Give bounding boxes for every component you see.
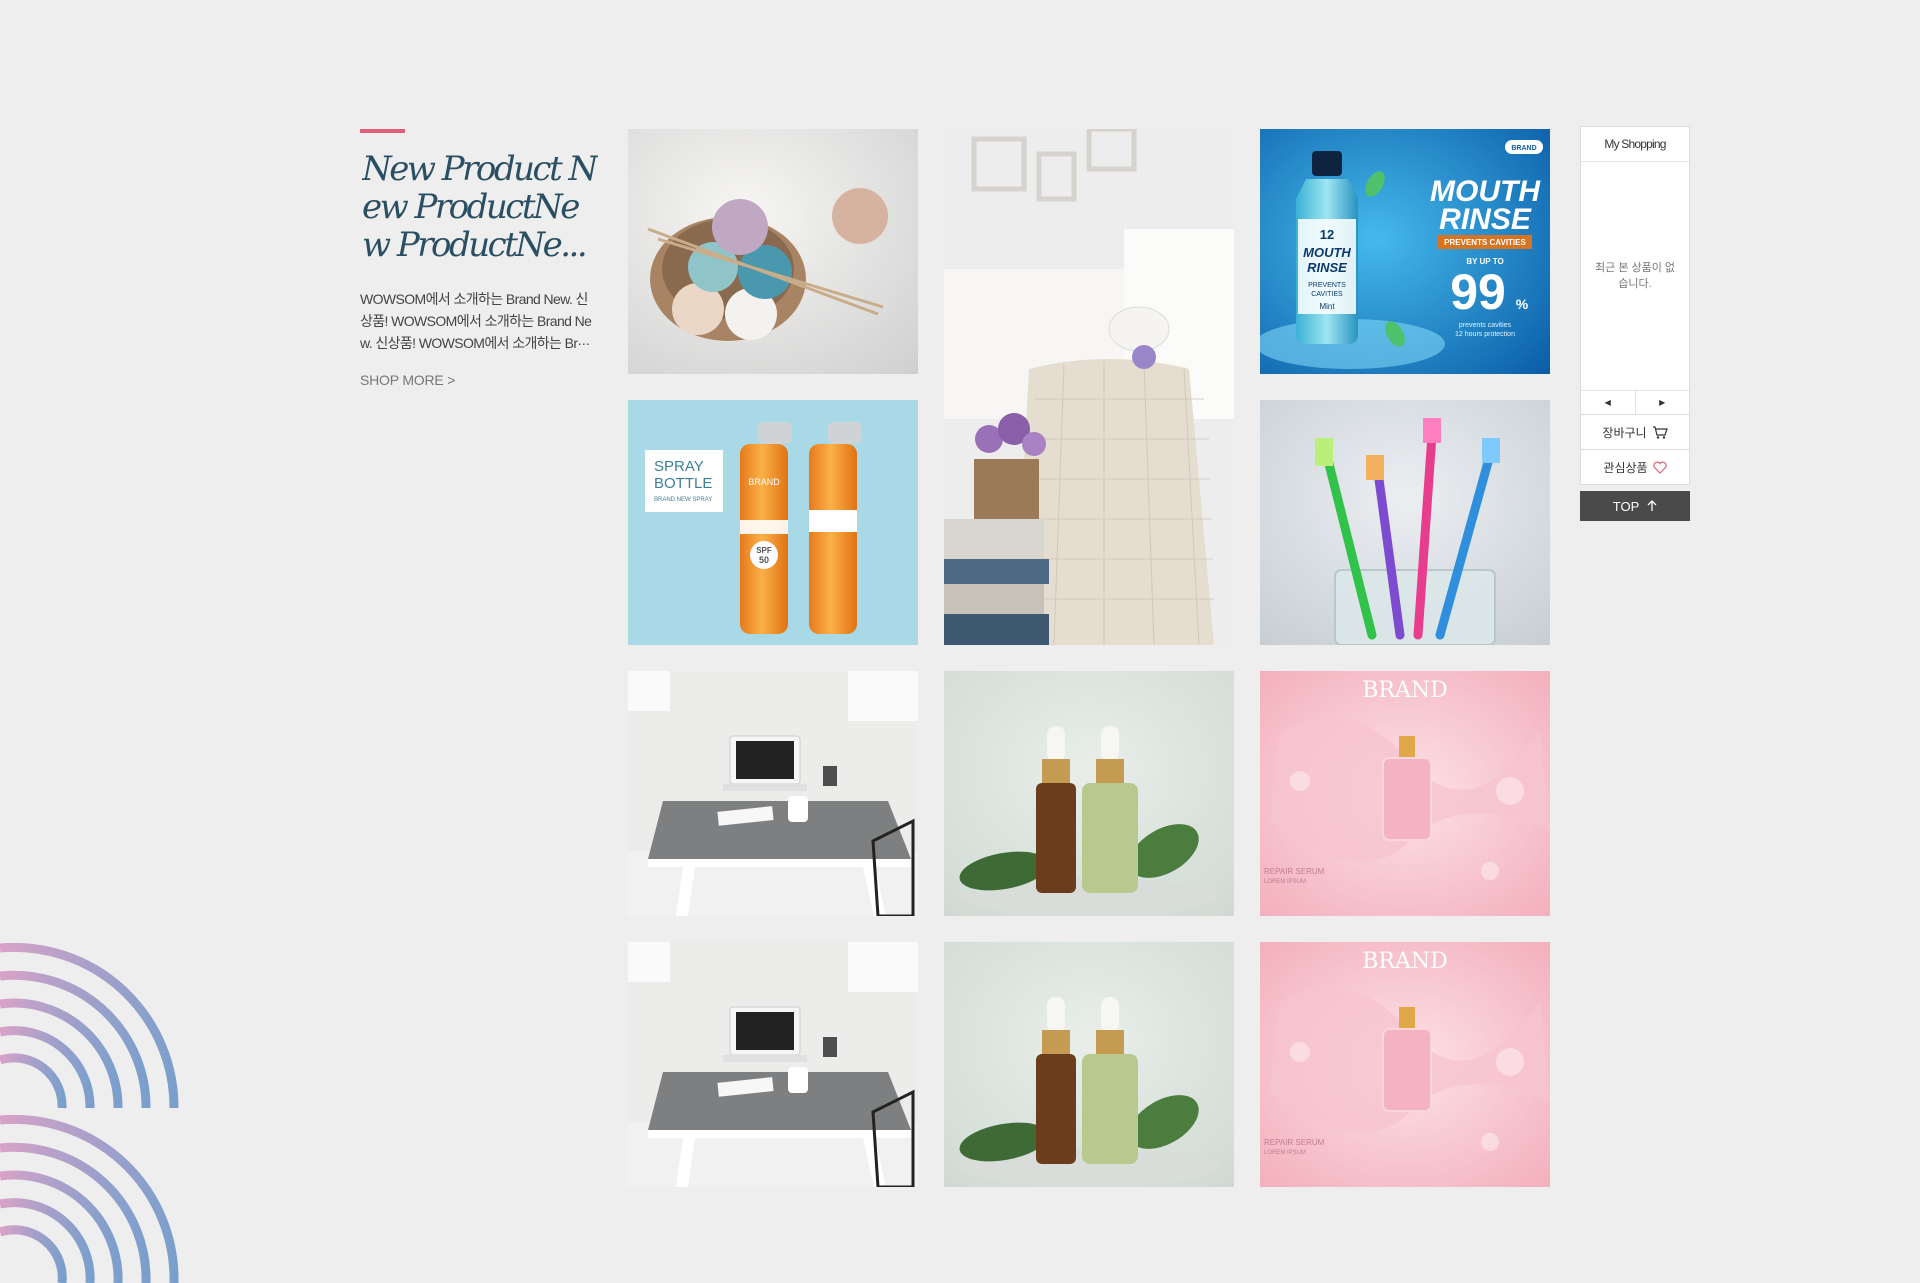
product-perfume-ad-2[interactable]: BRAND REPAIR SERUM LOREM IPSUM	[1260, 942, 1550, 1187]
my-shopping-widget: My Shopping 최근 본 상품이 없습니다. ◀ ▶ 장바구니 관심상품…	[1580, 126, 1690, 521]
section-title: New Product New ProductNew ProductNe...	[362, 150, 598, 264]
spray-label-1: SPRAY	[654, 458, 704, 475]
product-serum-bottles-2[interactable]	[944, 942, 1234, 1187]
product-yarn-basket[interactable]	[628, 129, 918, 374]
bottle-note-1: PREVENTS	[1308, 282, 1346, 289]
perfume-brand: BRAND	[1362, 949, 1448, 974]
mouthwash-ad-image: 12 MOUTH RINSE PREVENTS CAVITIES Mint BR…	[1260, 129, 1550, 374]
heart-icon	[1652, 461, 1667, 474]
bottle-name-1: MOUTH	[1303, 245, 1351, 260]
my-shopping-title: My Shopping	[1581, 127, 1689, 162]
spray-label-2: BOTTLE	[654, 475, 712, 492]
wishlist-label: 관심상품	[1603, 460, 1648, 475]
perfume-ad-image: BRAND REPAIR SERUM LOREM IPSUM	[1260, 942, 1550, 1187]
can-brand: BRAND	[748, 477, 780, 487]
perfume-caption-1: REPAIR SERUM	[1264, 1138, 1325, 1147]
product-living-room-table[interactable]	[944, 129, 1234, 645]
serum-bottles-image	[944, 671, 1234, 916]
yarn-basket-image	[628, 129, 918, 374]
ad-headline-2: RINSE	[1439, 203, 1532, 236]
shop-more-link[interactable]: SHOP MORE >	[360, 372, 455, 388]
recent-products-box: My Shopping 최근 본 상품이 없습니다. ◀ ▶	[1580, 126, 1690, 415]
serum-bottles-image	[944, 942, 1234, 1187]
product-serum-bottles-1[interactable]	[944, 671, 1234, 916]
living-room-image	[944, 129, 1234, 645]
perfume-caption-2: LOREM IPSUM	[1264, 879, 1306, 885]
bottle-note-2: CAVITIES	[1311, 291, 1343, 298]
product-mouthwash[interactable]: 12 MOUTH RINSE PREVENTS CAVITIES Mint BR…	[1260, 129, 1550, 374]
desk-laptop-image	[628, 942, 918, 1187]
cart-link[interactable]: 장바구니	[1580, 415, 1690, 450]
ad-percent: 99	[1450, 264, 1506, 320]
toothbrush-image	[1260, 400, 1550, 645]
accent-bar	[360, 129, 405, 133]
perfume-caption-2: LOREM IPSUM	[1264, 1150, 1306, 1156]
ad-sub-1: prevents cavities	[1459, 322, 1512, 329]
spray-label-3: BRAND NEW SPRAY	[654, 497, 712, 503]
product-desk-laptop-1[interactable]	[628, 671, 918, 916]
new-product-intro: New Product New ProductNew ProductNe... …	[360, 129, 598, 390]
ad-sub-2: 12 hours protection	[1455, 331, 1515, 338]
perfume-ad-image: BRAND REPAIR SERUM LOREM IPSUM	[1260, 671, 1550, 916]
bottle-flavor: Mint	[1319, 302, 1335, 311]
spf-label: SPF	[756, 546, 772, 555]
bottle-name-2: RINSE	[1307, 260, 1347, 275]
product-toothbrushes[interactable]	[1260, 400, 1550, 645]
bottle-number: 12	[1320, 227, 1334, 242]
decorative-arcs	[0, 942, 179, 1283]
recent-products-pager: ◀ ▶	[1581, 390, 1689, 414]
product-spray-bottles[interactable]: SPRAY BOTTLE BRAND NEW SPRAY BRAND SPF 5…	[628, 400, 918, 645]
cart-icon	[1652, 425, 1668, 439]
ad-percent-sign: %	[1516, 296, 1529, 312]
perfume-brand: BRAND	[1362, 678, 1448, 703]
ad-brand: BRAND	[1511, 145, 1536, 152]
recent-products-empty: 최근 본 상품이 없습니다.	[1595, 262, 1676, 290]
product-perfume-ad-1[interactable]: BRAND REPAIR SERUM LOREM IPSUM	[1260, 671, 1550, 916]
prev-arrow-icon[interactable]: ◀	[1581, 391, 1635, 414]
scroll-top-button[interactable]: TOP	[1580, 491, 1690, 521]
cart-label: 장바구니	[1602, 425, 1647, 440]
top-label: TOP	[1612, 498, 1640, 514]
wishlist-link[interactable]: 관심상품	[1580, 450, 1690, 485]
perfume-caption-1: REPAIR SERUM	[1264, 867, 1325, 876]
spf-number: 50	[759, 555, 769, 565]
product-desk-laptop-2[interactable]	[628, 942, 918, 1187]
desk-laptop-image	[628, 671, 918, 916]
spray-bottles-image: SPRAY BOTTLE BRAND NEW SPRAY BRAND SPF 5…	[628, 400, 918, 645]
next-arrow-icon[interactable]: ▶	[1634, 391, 1690, 414]
arrow-up-icon	[1647, 500, 1657, 511]
ad-badge: PREVENTS CAVITIES	[1444, 238, 1526, 247]
section-description: WOWSOM에서 소개하는 Brand New. 신상품! WOWSOM에서 소…	[360, 291, 592, 351]
